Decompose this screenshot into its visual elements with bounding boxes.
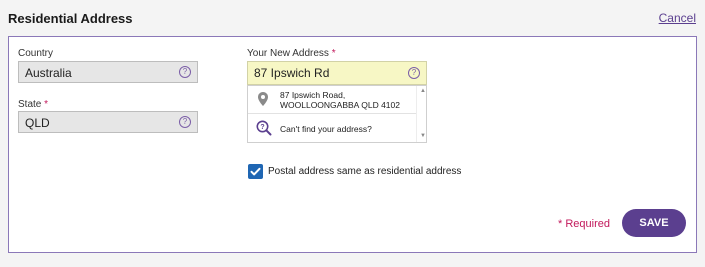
scroll-down-icon[interactable]: ▼: [420, 133, 426, 139]
postal-same-label: Postal address same as residential addre…: [268, 166, 462, 177]
required-asterisk: *: [331, 48, 336, 59]
scroll-up-icon[interactable]: ▲: [420, 88, 426, 94]
location-pin-icon: [258, 92, 268, 106]
state-field[interactable]: QLD ?: [18, 111, 198, 133]
cant-find-address-item[interactable]: ? Can't find your address?: [248, 115, 416, 143]
new-address-input[interactable]: 87 Ipswich Rd ?: [247, 61, 427, 85]
state-label: State *: [18, 99, 49, 110]
suggestion-line-1: 87 Ipswich Road,: [280, 90, 346, 100]
page-title: Residential Address: [8, 11, 133, 26]
country-label: Country: [18, 48, 54, 59]
new-address-label: Your New Address *: [247, 48, 336, 59]
address-form-panel: Country Australia ? State * QLD ? Your N…: [8, 36, 697, 253]
state-value: QLD: [25, 116, 50, 130]
help-icon[interactable]: ?: [179, 116, 191, 128]
help-icon[interactable]: ?: [408, 67, 420, 79]
suggestion-line-2: WOOLLOONGABBA QLD 4102: [280, 100, 400, 110]
new-address-value: 87 Ipswich Rd: [254, 66, 330, 80]
required-note: * Required: [558, 218, 610, 230]
magnifier-question-icon: ?: [256, 120, 272, 136]
address-suggestions-dropdown: 87 Ipswich Road, WOOLLOONGABBA QLD 4102 …: [247, 85, 427, 143]
checkmark-icon: [250, 167, 261, 176]
save-button[interactable]: SAVE: [622, 209, 686, 237]
postal-same-checkbox[interactable]: [248, 164, 263, 179]
svg-text:?: ?: [260, 124, 264, 131]
cant-find-address-text: Can't find your address?: [280, 124, 372, 134]
address-suggestion-item[interactable]: 87 Ipswich Road, WOOLLOONGABBA QLD 4102: [248, 86, 416, 114]
form-header: Residential Address Cancel: [0, 0, 705, 36]
country-field[interactable]: Australia ?: [18, 61, 198, 83]
help-icon[interactable]: ?: [179, 66, 191, 78]
cancel-link[interactable]: Cancel: [659, 11, 696, 25]
required-asterisk: *: [44, 99, 49, 110]
country-value: Australia: [25, 66, 72, 80]
dropdown-scrollbar[interactable]: ▲ ▼: [416, 86, 426, 142]
